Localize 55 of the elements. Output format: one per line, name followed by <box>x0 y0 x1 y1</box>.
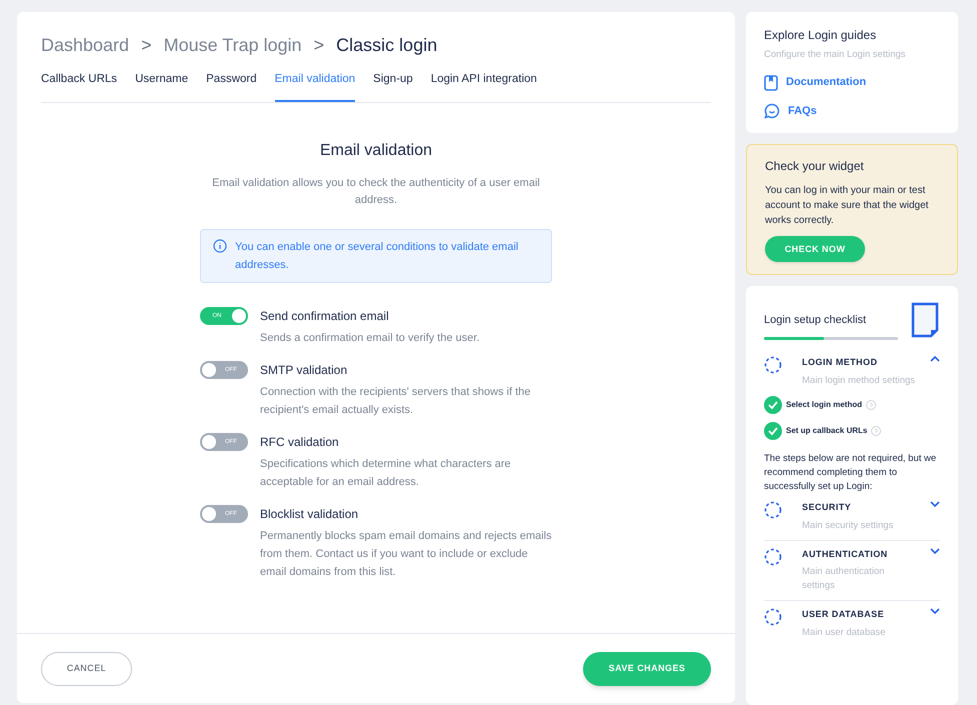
option-title: Blocklist validation <box>260 506 360 524</box>
section-description: Email validation allows you to check the authenticity of a user email address. <box>211 176 541 208</box>
dashed-circle-icon <box>764 356 782 374</box>
tab[interactable]: Email validation <box>274 71 356 102</box>
group-subtitle: Main authentication settings <box>802 565 886 594</box>
chevron-down-icon[interactable] <box>930 501 940 508</box>
guide-link[interactable]: FAQs <box>788 102 817 120</box>
cancel-button[interactable]: CANCEL <box>41 652 132 686</box>
group-subtitle: Main security settings <box>802 518 894 533</box>
dashed-circle-icon <box>764 608 782 626</box>
widget-title: Check your widget <box>765 158 865 176</box>
tab[interactable]: Password <box>206 71 257 102</box>
checklist-title: Login setup checklist <box>764 313 868 328</box>
tab[interactable]: Username <box>135 71 188 102</box>
tab[interactable]: Login API integration <box>430 71 537 102</box>
group-subtitle: Main user database <box>802 626 886 640</box>
info-text: You can enable one or several conditions to validate email addresses. <box>235 240 520 274</box>
option-title: SMTP validation <box>260 362 348 380</box>
step-label: Select login method <box>786 399 862 412</box>
group-title: LOGIN METHOD <box>802 356 878 369</box>
chat-icon <box>764 103 780 119</box>
dashed-circle-icon <box>764 501 782 520</box>
option-title: RFC validation <box>260 434 340 452</box>
option-description: Sends a confirmation email to verify the user. <box>260 331 480 346</box>
option-description: Specifications which determine what characters are acceptable for an email address. <box>260 457 512 490</box>
guides-title: Explore Login guides <box>764 27 878 44</box>
option-title: Send confirmation email <box>260 308 390 326</box>
breadcrumb-item[interactable]: Mouse Trap login <box>164 32 302 59</box>
book-icon <box>764 74 778 90</box>
guide-link[interactable]: Documentation <box>786 74 866 91</box>
chevron-down-icon[interactable] <box>930 608 940 614</box>
group-title: SECURITY <box>802 501 852 514</box>
breadcrumb-item[interactable]: Dashboard <box>41 32 130 59</box>
group-title: USER DATABASE <box>802 608 886 622</box>
widget-text: You can log in with your main or test account to make sure that the widget works correctly. <box>765 184 930 228</box>
option-description: Permanently blocks spam email domains and rejects emails from them. Contact us if you want to include or exclude email domains from this list. <box>260 529 552 580</box>
dashed-circle-icon <box>764 548 782 566</box>
tab[interactable]: Sign-up <box>373 71 413 102</box>
group-title: AUTHENTICATION <box>802 548 889 561</box>
step-label: Set up callback URLs <box>786 425 868 438</box>
save-changes-button[interactable]: SAVE CHANGES <box>583 652 711 686</box>
breadcrumb-item: Classic login <box>336 34 438 57</box>
section-title: Email validation <box>320 141 432 162</box>
document-icon <box>910 302 940 338</box>
breadcrumb-separator: > <box>141 34 152 57</box>
chevron-down-icon[interactable] <box>930 548 940 554</box>
group-subtitle: Main login method settings <box>802 374 916 388</box>
guides-subtitle: Configure the main Login settings <box>764 48 907 62</box>
option-description: Connection with the recipients' servers that shows if the recipient's email actually exists. <box>260 385 532 418</box>
checklist-note: The steps below are not required, but we recommend completing them to successfully set up Login: <box>764 452 938 494</box>
breadcrumb-separator: > <box>314 34 324 57</box>
info-icon <box>213 239 227 254</box>
check-now-button[interactable]: CHECK NOW <box>765 236 865 262</box>
chevron-up-icon[interactable] <box>930 356 940 362</box>
tab[interactable]: Callback URLs <box>41 71 118 102</box>
